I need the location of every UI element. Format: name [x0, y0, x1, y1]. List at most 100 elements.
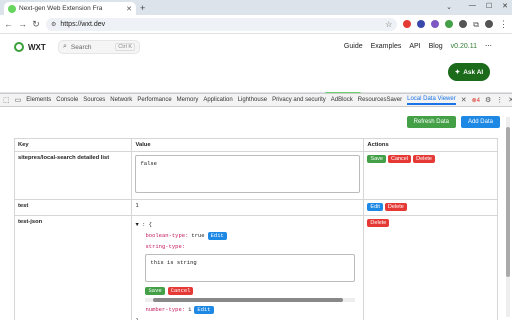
website-area: WXT ⌕ Search Ctrl K Guide Examples API B…	[0, 34, 512, 95]
more-icon[interactable]: ⋯	[485, 42, 492, 50]
devtools-tab-application[interactable]: Application	[203, 97, 232, 103]
cancel-button[interactable]: Cancel	[387, 155, 412, 163]
delete-button[interactable]: Delete	[367, 219, 390, 227]
header-actions: Actions	[363, 138, 498, 152]
vertical-scrollbar[interactable]	[506, 117, 510, 317]
wxt-favicon-icon	[8, 4, 16, 13]
nav-guide[interactable]: Guide	[344, 43, 363, 50]
close-tab-icon[interactable]: ✕	[126, 5, 132, 13]
devtools-tab-adblock[interactable]: AdBlock	[331, 97, 353, 103]
settings-gear-icon[interactable]: ⚙	[485, 96, 491, 104]
json-close: }	[135, 315, 360, 320]
ask-ai-button[interactable]: ✦ Ask AI	[448, 63, 490, 81]
delete-button[interactable]: Delete	[384, 203, 407, 211]
header-value: Value	[131, 138, 365, 152]
tab-search-icon[interactable]: ⌄	[446, 3, 452, 11]
edit-boolean-button[interactable]: Edit	[207, 231, 227, 240]
search-shortcut: Ctrl K	[115, 43, 135, 51]
json-tree: ▼ : { boolean-type: true Edit string-typ…	[131, 215, 365, 320]
devtools-tab-performance[interactable]: Performance	[137, 97, 171, 103]
cancel-string-button[interactable]: Cancel	[167, 286, 194, 295]
row-actions: Edit Delete	[363, 199, 498, 216]
edit-number-button[interactable]: Edit	[194, 305, 214, 314]
devtools-tab-lighthouse[interactable]: Lighthouse	[238, 97, 267, 103]
add-data-button[interactable]: Add Data	[460, 116, 500, 128]
extensions-puzzle-icon[interactable]: ⧉	[473, 20, 479, 29]
bookmark-star-icon[interactable]: ☆	[385, 20, 392, 29]
site-search-button[interactable]: ⌕ Search Ctrl K	[58, 40, 140, 54]
ask-ai-label: Ask AI	[463, 68, 484, 76]
device-toolbar-icon[interactable]: ▭	[15, 96, 22, 104]
delete-button[interactable]: Delete	[413, 155, 435, 163]
nav-api[interactable]: API	[409, 43, 420, 50]
address-toolbar: ← → ↻ ⚙ https://wxt.dev ☆ ⧉ ⋮	[0, 15, 512, 34]
close-devtools-icon[interactable]: ✕	[508, 96, 512, 104]
tab-title: Next-gen Web Extension Fra	[19, 5, 103, 12]
save-button[interactable]: Save	[367, 155, 386, 163]
row-value: 1	[131, 199, 365, 216]
header-key: Key	[13, 138, 133, 152]
devtools-tab-elements[interactable]: Elements	[26, 97, 51, 103]
devtools-tab-resourcessaver[interactable]: ResourcesSaver	[358, 97, 402, 103]
minimize-icon[interactable]: —	[469, 2, 476, 10]
site-logo[interactable]: WXT	[14, 42, 46, 52]
search-icon: ⌕	[63, 43, 67, 50]
json-number-key: number-type:	[145, 306, 186, 313]
profile-avatar[interactable]	[485, 20, 493, 28]
site-info-icon[interactable]: ⚙	[51, 21, 56, 28]
logo-text: WXT	[28, 42, 46, 52]
browser-menu-icon[interactable]: ⋮	[499, 19, 508, 30]
extension-purple-icon[interactable]	[431, 20, 440, 28]
row-value-cell: false	[131, 151, 365, 200]
value-textarea[interactable]: false	[135, 155, 361, 193]
json-number-value: 1	[188, 306, 192, 313]
refresh-data-button[interactable]: Refresh Data	[406, 116, 456, 128]
forward-icon[interactable]: →	[18, 19, 27, 29]
browser-tabstrip: Next-gen Web Extension Fra ✕ + ⌄ — ☐ ✕	[0, 0, 512, 15]
reload-icon[interactable]: ↻	[32, 19, 40, 30]
nav-examples[interactable]: Examples	[371, 43, 402, 50]
extension-red-icon[interactable]	[403, 20, 412, 28]
close-panel-icon[interactable]: ✕	[461, 96, 467, 104]
devtools-menu-icon[interactable]: ⋮	[496, 96, 503, 104]
row-actions: Save Cancel Delete	[363, 151, 498, 200]
url-text[interactable]: https://wxt.dev	[60, 21, 381, 28]
nav-blog[interactable]: Blog	[429, 43, 443, 50]
devtools-tab-memory[interactable]: Memory	[177, 97, 199, 103]
devtools-tab-sources[interactable]: Sources	[83, 97, 105, 103]
inspect-icon[interactable]: ⬚	[3, 96, 10, 104]
table-header-row: Key Value Actions	[13, 138, 498, 152]
string-value-textarea[interactable]: this is string	[145, 254, 356, 282]
maximize-icon[interactable]: ☐	[486, 2, 492, 10]
row-actions: Delete	[363, 215, 498, 320]
row-key: sitepres/local-search detailed list	[13, 151, 133, 200]
devtools-tab-local-data-viewer[interactable]: Local Data Viewer	[407, 96, 456, 105]
close-window-icon[interactable]: ✕	[502, 2, 508, 10]
devtools-right-controls: ⊗4 ⚙ ⋮ ✕	[472, 96, 512, 104]
version-dropdown[interactable]: v0.20.11	[451, 43, 477, 50]
error-badge[interactable]: ⊗4	[472, 97, 480, 104]
extension-green-icon[interactable]	[445, 20, 454, 28]
extension-dark-icon[interactable]	[459, 20, 468, 28]
edit-button[interactable]: Edit	[367, 203, 383, 211]
extension-blue-icon[interactable]	[417, 20, 426, 28]
json-string-key: string-type:	[145, 243, 186, 250]
devtools-tab-console[interactable]: Console	[56, 97, 78, 103]
back-icon[interactable]: ←	[4, 19, 13, 29]
json-boolean-key: boolean-type:	[145, 232, 189, 239]
devtools-tab-network[interactable]: Network	[110, 97, 132, 103]
save-string-button[interactable]: Save	[145, 286, 165, 295]
sparkle-icon: ✦	[454, 69, 461, 76]
table-row: test-json ▼ : { boolean-type: true Edit …	[13, 215, 498, 320]
wxt-logo-icon	[14, 42, 24, 52]
browser-tab[interactable]: Next-gen Web Extension Fra ✕	[4, 2, 136, 15]
omnibox[interactable]: ⚙ https://wxt.dev ☆	[46, 17, 398, 31]
site-nav: Guide Examples API Blog v0.20.11 ⋯	[344, 42, 492, 51]
table-row: sitepres/local-search detailed list fals…	[13, 151, 498, 200]
json-boolean-value: true	[191, 232, 205, 239]
devtools-tab-privacy[interactable]: Privacy and security	[272, 97, 326, 103]
new-tab-icon[interactable]: +	[140, 3, 145, 13]
horizontal-scrollbar[interactable]	[145, 298, 356, 302]
window-controls: — ☐ ✕	[469, 2, 508, 10]
json-open[interactable]: ▼ : {	[135, 219, 360, 230]
